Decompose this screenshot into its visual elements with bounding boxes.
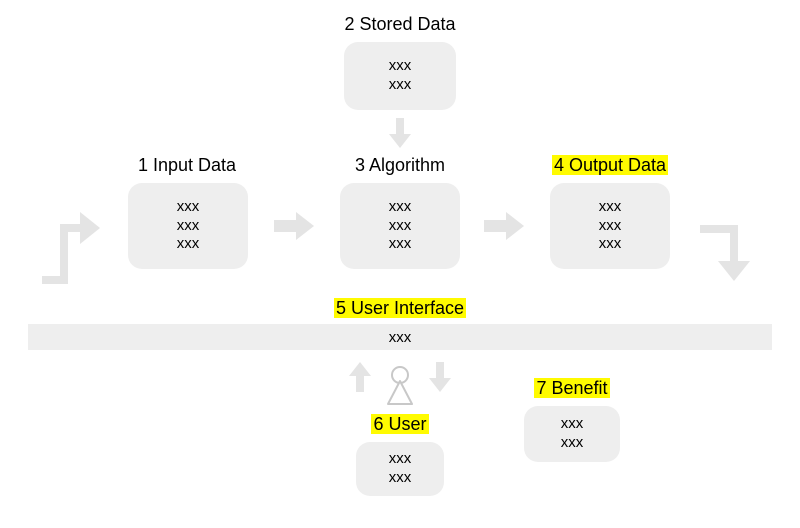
input-line-0: xxx <box>177 198 200 217</box>
user-title: 6 User <box>336 414 464 435</box>
stored-line-0: xxx <box>389 57 412 76</box>
arrow-stored-to-algo <box>389 118 411 148</box>
user-interface-title-text: 5 User Interface <box>334 298 466 318</box>
stored-data-title: 2 Stored Data <box>300 14 500 35</box>
input-data-title: 1 Input Data <box>107 155 267 176</box>
input-data-box: xxx xxx xxx <box>128 183 248 269</box>
algo-line-1: xxx <box>389 217 412 236</box>
algo-line-0: xxx <box>389 198 412 217</box>
arrow-input-to-algo <box>274 212 314 240</box>
benefit-line-0: xxx <box>561 415 584 434</box>
user-line-0: xxx <box>389 450 412 469</box>
arrow-output-to-ui <box>700 225 750 281</box>
arrow-ui-to-input <box>42 212 100 284</box>
algorithm-title: 3 Algorithm <box>320 155 480 176</box>
input-line-2: xxx <box>177 235 200 254</box>
stored-data-box: xxx xxx <box>344 42 456 110</box>
diagram-canvas: 2 Stored Data xxx xxx 1 Input Data xxx x… <box>0 0 800 528</box>
input-data-title-text: 1 Input Data <box>138 155 236 175</box>
output-data-title-text: 4 Output Data <box>552 155 668 175</box>
ui-line-0: xxx <box>389 329 412 346</box>
output-line-0: xxx <box>599 198 622 217</box>
user-icon <box>385 366 415 406</box>
arrow-ui-to-user <box>429 362 451 392</box>
algorithm-title-text: 3 Algorithm <box>355 155 445 175</box>
user-line-1: xxx <box>389 469 412 488</box>
arrow-user-to-ui <box>349 362 371 392</box>
algorithm-box: xxx xxx xxx <box>340 183 460 269</box>
output-line-1: xxx <box>599 217 622 236</box>
benefit-line-1: xxx <box>561 434 584 453</box>
output-data-box: xxx xxx xxx <box>550 183 670 269</box>
output-line-2: xxx <box>599 235 622 254</box>
algo-line-2: xxx <box>389 235 412 254</box>
benefit-title: 7 Benefit <box>508 378 636 399</box>
stored-line-1: xxx <box>389 76 412 95</box>
user-interface-title: 5 User Interface <box>300 298 500 319</box>
input-line-1: xxx <box>177 217 200 236</box>
user-box: xxx xxx <box>356 442 444 496</box>
user-interface-bar: xxx <box>28 324 772 350</box>
arrow-algo-to-output <box>484 212 524 240</box>
stored-data-title-text: 2 Stored Data <box>344 14 455 34</box>
benefit-box: xxx xxx <box>524 406 620 462</box>
benefit-title-text: 7 Benefit <box>534 378 609 398</box>
output-data-title: 4 Output Data <box>530 155 690 176</box>
user-title-text: 6 User <box>371 414 428 434</box>
